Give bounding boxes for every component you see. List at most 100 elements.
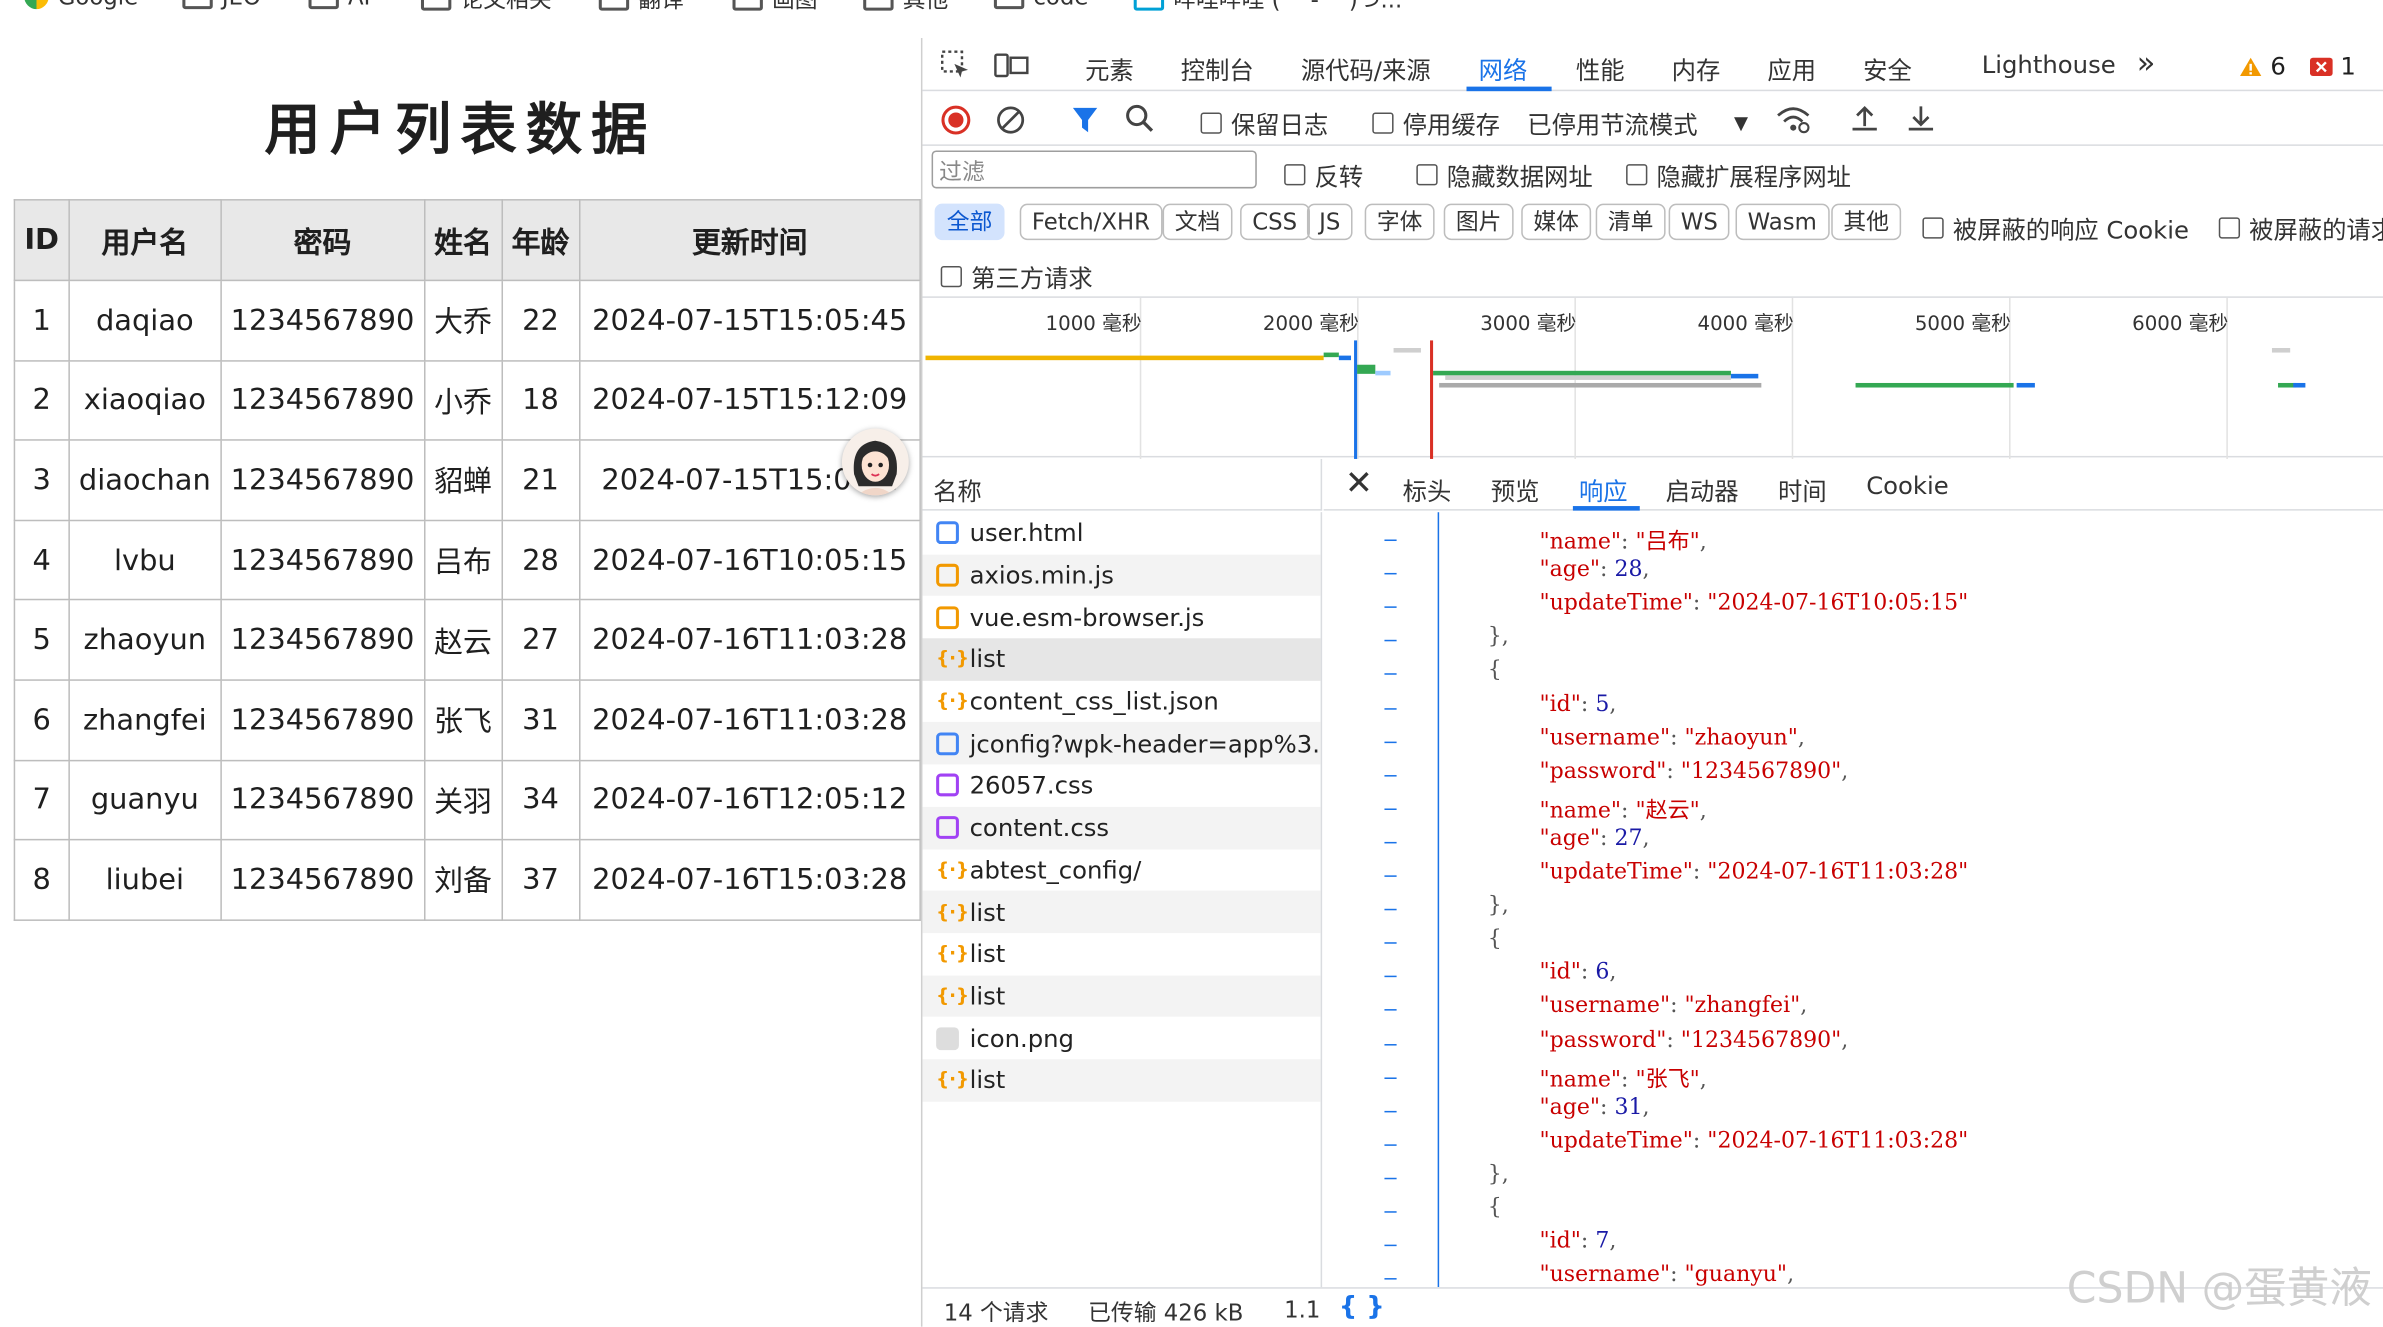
request-row[interactable]: vue.esm-browser.js: [922, 596, 1320, 638]
filter-chip[interactable]: CSS: [1240, 203, 1310, 241]
request-row[interactable]: {·} abtest_config/: [922, 849, 1320, 891]
tab-lighthouse[interactable]: Lighthouse: [1982, 50, 2116, 79]
tab-initiator[interactable]: 启动器: [1666, 471, 1739, 507]
bookmark-jeo[interactable]: JEO: [182, 0, 261, 11]
tab-application[interactable]: 应用: [1767, 50, 1816, 86]
request-row[interactable]: user.html: [922, 512, 1320, 554]
table-cell: 27: [501, 599, 581, 681]
request-row[interactable]: jconfig?wpk-header=app%3...: [922, 722, 1321, 765]
table-cell: 34: [501, 759, 581, 841]
bookmark-code[interactable]: code: [993, 0, 1088, 11]
blocked-cookies-checkbox[interactable]: 被屏蔽的响应 Cookie: [1922, 210, 2189, 246]
inspect-element-icon[interactable]: [940, 50, 971, 80]
request-row[interactable]: icon.png: [922, 1017, 1320, 1059]
code-line: },: [1487, 893, 1509, 919]
tab-elements[interactable]: 元素: [1085, 50, 1134, 86]
response-code-view[interactable]: "name": "吕布", "age": 28, "updateTime": "20…: [1324, 512, 2383, 1288]
request-row[interactable]: content.css: [922, 806, 1321, 849]
avatar[interactable]: [841, 428, 909, 496]
warnings-counter[interactable]: 6: [2239, 52, 2286, 81]
import-har-icon[interactable]: [1849, 103, 1879, 133]
gutter-marker: [1384, 808, 1397, 810]
timeline-bar: [1338, 355, 1352, 361]
request-row[interactable]: {·} content_css_list.json: [922, 680, 1320, 722]
more-tabs-button[interactable]: »: [2137, 44, 2156, 80]
blocked-requests-checkbox[interactable]: 被屏蔽的请求: [2218, 210, 2383, 246]
tab-memory[interactable]: 内存: [1672, 50, 1721, 86]
request-row[interactable]: {·} list: [922, 933, 1320, 975]
devtools-tab-bar: 元素 控制台 源代码/来源 网络 性能 内存 应用 安全 Lighthouse …: [922, 37, 2383, 92]
tab-preview[interactable]: 预览: [1491, 471, 1540, 507]
tab-cookies[interactable]: Cookie: [1866, 471, 1949, 500]
request-row[interactable]: 26057.css: [922, 765, 1320, 807]
tab-headers[interactable]: 标头: [1403, 471, 1452, 507]
tab-timing[interactable]: 时间: [1778, 471, 1827, 507]
request-row[interactable]: {·} list: [922, 638, 1321, 681]
bookmark-google[interactable]: Google: [24, 0, 138, 11]
bookmark-draw[interactable]: 画图: [732, 0, 818, 15]
disable-cache-checkbox[interactable]: 停用缓存: [1372, 105, 1500, 141]
timeline-bar: [1323, 352, 1339, 358]
bookmark-papers[interactable]: 论文相关: [420, 0, 552, 15]
request-row[interactable]: {·} list: [922, 890, 1321, 933]
preserve-log-checkbox[interactable]: 保留日志: [1200, 105, 1328, 141]
clear-icon[interactable]: [995, 105, 1025, 135]
filter-chip[interactable]: 图片: [1443, 203, 1514, 241]
table-cell: 大乔: [423, 279, 503, 362]
export-har-icon[interactable]: [1906, 103, 1936, 133]
network-conditions-icon[interactable]: [1775, 103, 1811, 134]
filter-chip[interactable]: Fetch/XHR: [1019, 203, 1163, 241]
table-cell: 28: [501, 519, 581, 601]
filter-chip[interactable]: 其他: [1831, 203, 1902, 241]
filter-icon[interactable]: [1071, 105, 1098, 135]
folder-icon: [182, 0, 213, 9]
bookmark-bilibili[interactable]: 哔哩哔哩 ( ゜- ゜)つ...: [1133, 0, 1402, 15]
code-line: {: [1487, 927, 1502, 952]
status-extra: 1.1: [1284, 1296, 1321, 1324]
filter-input[interactable]: 过滤: [931, 150, 1257, 189]
request-row[interactable]: axios.min.js: [922, 554, 1321, 597]
tab-network[interactable]: 网络: [1479, 50, 1528, 86]
tab-performance[interactable]: 性能: [1576, 50, 1625, 86]
bookmark-ai[interactable]: AI: [308, 0, 370, 11]
filter-chip[interactable]: 媒体: [1521, 203, 1592, 241]
filter-chip[interactable]: 字体: [1364, 203, 1435, 241]
tab-security[interactable]: 安全: [1863, 50, 1912, 86]
hide-extension-urls-checkbox[interactable]: 隐藏扩展程序网址: [1626, 157, 1851, 193]
request-name: list: [969, 939, 1006, 969]
errors-counter[interactable]: 1: [2309, 52, 2356, 81]
network-overview-timeline[interactable]: 1000 毫秒 2000 毫秒 3000 毫秒 4000 毫秒 5000 毫秒 6000 …: [922, 296, 2383, 459]
folder-icon: [863, 0, 894, 11]
filter-chip[interactable]: WS: [1668, 203, 1730, 241]
filter-chip[interactable]: 全部: [934, 203, 1005, 241]
close-icon[interactable]: ✕: [1345, 465, 1373, 503]
code-line: "password": "1234567890",: [1539, 1028, 1849, 1053]
tab-response[interactable]: 响应: [1579, 471, 1628, 507]
fetch-type-icon: {·}: [936, 690, 970, 712]
pretty-print-button[interactable]: { }: [1339, 1292, 1385, 1322]
request-row[interactable]: {·} list: [922, 974, 1321, 1018]
code-line: "username": "guanyu",: [1539, 1263, 1795, 1288]
third-party-checkbox[interactable]: 第三方请求: [940, 258, 1093, 294]
bookmark-other[interactable]: 其他: [863, 0, 948, 15]
code-line: "id": 5,: [1539, 692, 1617, 717]
gutter-marker: [1384, 539, 1397, 542]
device-toolbar-icon[interactable]: [994, 50, 1030, 80]
record-stop-icon[interactable]: [941, 105, 971, 135]
throttling-select[interactable]: 已停用节流模式 ▼: [1527, 105, 1748, 141]
name-column-header[interactable]: 名称: [922, 458, 1323, 511]
invert-checkbox[interactable]: 反转: [1284, 157, 1363, 193]
gutter-marker: [1384, 1278, 1397, 1280]
table-cell: 1234567890: [220, 679, 425, 761]
filter-chip[interactable]: JS: [1306, 203, 1353, 241]
filter-chip[interactable]: 文档: [1162, 203, 1233, 241]
filter-chip[interactable]: Wasm: [1735, 203, 1829, 241]
tab-sources[interactable]: 源代码/来源: [1301, 50, 1431, 86]
hide-data-urls-checkbox[interactable]: 隐藏数据网址: [1416, 157, 1593, 193]
search-icon[interactable]: [1125, 103, 1155, 133]
table-cell: 2024-07-16T11:03:28: [578, 599, 921, 681]
tab-console[interactable]: 控制台: [1181, 50, 1254, 86]
filter-chip[interactable]: 清单: [1595, 203, 1666, 241]
bookmark-translate[interactable]: 翻译: [598, 0, 684, 15]
request-row[interactable]: {·} list: [922, 1059, 1321, 1102]
